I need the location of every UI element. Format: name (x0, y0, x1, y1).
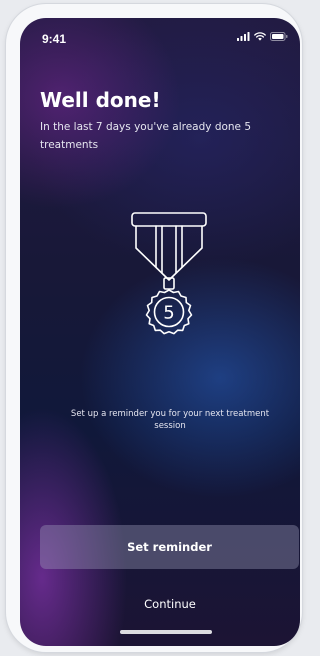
reminder-prompt: Set up a reminder you for your next trea… (70, 409, 270, 431)
medal-number: 5 (163, 303, 174, 324)
app-screen: 9:41 Well done! In the last 7 days you'v… (20, 18, 300, 646)
continue-button[interactable]: Continue (115, 594, 225, 614)
status-icons (237, 32, 288, 41)
medal-icon: 5 (131, 212, 207, 335)
phone-frame: 9:41 Well done! In the last 7 days you'v… (6, 4, 302, 652)
status-bar: 9:41 (20, 18, 300, 54)
status-time: 9:41 (42, 32, 67, 46)
battery-icon (270, 32, 288, 41)
home-indicator[interactable] (120, 630, 212, 634)
set-reminder-button[interactable]: Set reminder (40, 525, 299, 569)
wifi-icon (254, 32, 266, 41)
page-title: Well done! (40, 88, 161, 112)
progress-summary: In the last 7 days you've already done 5… (40, 121, 252, 151)
signal-icon (237, 32, 250, 41)
